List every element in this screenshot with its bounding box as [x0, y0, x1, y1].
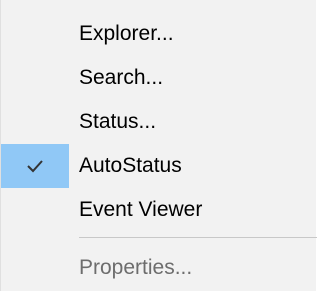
menu-item-label: Search...: [79, 66, 164, 89]
checkmark-icon: [27, 160, 43, 173]
menu-separator: [79, 237, 317, 238]
check-gutter: [1, 100, 69, 144]
check-gutter: [1, 144, 69, 188]
menu-item-label: Explorer...: [79, 22, 174, 45]
menu-item-label: Event Viewer: [79, 198, 203, 221]
menu-item-explorer[interactable]: Explorer...: [1, 12, 317, 56]
menu-item-autostatus[interactable]: AutoStatus: [1, 144, 317, 188]
menu-item-properties: Properties...: [1, 246, 317, 290]
menu-item-search[interactable]: Search...: [1, 56, 317, 100]
menu-item-event-viewer[interactable]: Event Viewer: [1, 188, 317, 232]
check-gutter: [1, 188, 69, 232]
menu-item-label: Status...: [79, 110, 157, 133]
check-gutter: [1, 12, 69, 56]
menu-item-label: AutoStatus: [79, 154, 182, 177]
context-menu: Explorer... Search... Status... AutoStat…: [0, 0, 317, 291]
check-gutter: [1, 56, 69, 100]
menu-item-label: Properties...: [79, 256, 193, 279]
check-gutter: [1, 246, 69, 290]
menu-item-status[interactable]: Status...: [1, 100, 317, 144]
